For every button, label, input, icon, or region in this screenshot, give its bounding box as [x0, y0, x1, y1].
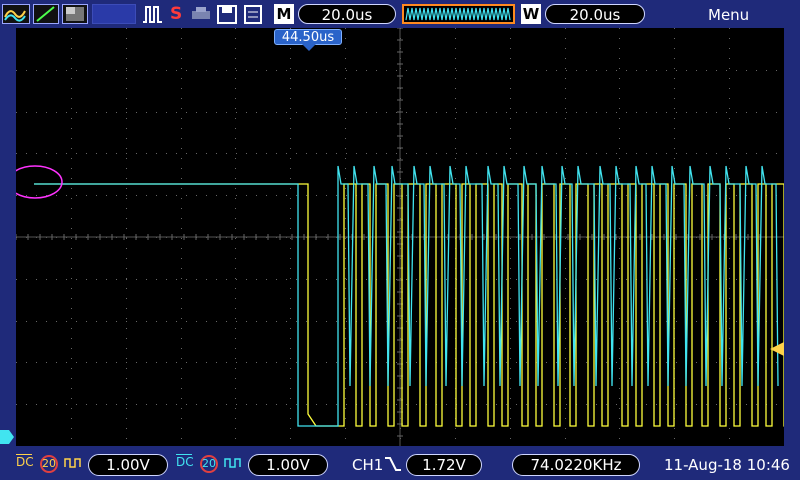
horizontal-timebase[interactable]: 20.0us — [298, 4, 396, 24]
waveform-display — [7, 27, 790, 446]
horizontal-mode-label[interactable]: M — [274, 4, 294, 24]
channel-ground-marker[interactable] — [0, 430, 14, 444]
window-mode-label[interactable]: W — [521, 4, 541, 24]
top-toolbar: S M 20.0us W 20.0us Menu — [0, 0, 800, 28]
trigger-level-arrow[interactable] — [770, 342, 784, 356]
trigger-slope-falling-icon[interactable] — [384, 455, 402, 473]
ch2-bw-limit[interactable]: 20 — [200, 455, 218, 473]
date-time: 11-Aug-18 10:46 — [664, 456, 790, 474]
waveform-overview[interactable] — [402, 4, 515, 24]
trigger-level[interactable]: 1.72V — [406, 454, 482, 476]
ch2-invert-icon[interactable] — [224, 457, 244, 469]
ch2-trace — [34, 165, 779, 427]
menu-button[interactable]: Menu — [708, 6, 749, 24]
run-stop-icon[interactable]: S — [170, 4, 182, 24]
ch1-bw-limit[interactable]: 20 — [40, 455, 58, 473]
trigger-position-arrow — [302, 44, 316, 51]
memory-icon[interactable] — [242, 4, 264, 24]
grayscale-icon[interactable] — [62, 4, 88, 24]
ch1-scale[interactable]: 1.00V — [88, 454, 168, 476]
ch1-invert-icon[interactable] — [64, 457, 84, 469]
waveform-mode-icon[interactable] — [2, 4, 30, 24]
status-box — [92, 4, 136, 24]
trigger-source[interactable]: CH1 — [352, 456, 383, 474]
window-timebase[interactable]: 20.0us — [545, 4, 645, 24]
bottom-status-bar: DC 20 1.00V DC 20 1.00V CH1 1.72V 74.022… — [0, 448, 800, 480]
trigger-position-marker[interactable]: 44.50us — [274, 29, 342, 45]
ch2-scale[interactable]: 1.00V — [248, 454, 328, 476]
save-icon[interactable] — [216, 4, 238, 24]
ch1-coupling[interactable]: DC — [16, 454, 34, 468]
waveform-graticule — [7, 27, 790, 446]
printer-icon[interactable] — [190, 4, 212, 24]
annotation-circle — [7, 165, 63, 199]
ch2-coupling[interactable]: DC — [176, 454, 194, 468]
ramp-icon[interactable] — [33, 4, 59, 24]
frequency-readout: 74.0220KHz — [512, 454, 640, 476]
pulse-icon — [142, 4, 164, 24]
